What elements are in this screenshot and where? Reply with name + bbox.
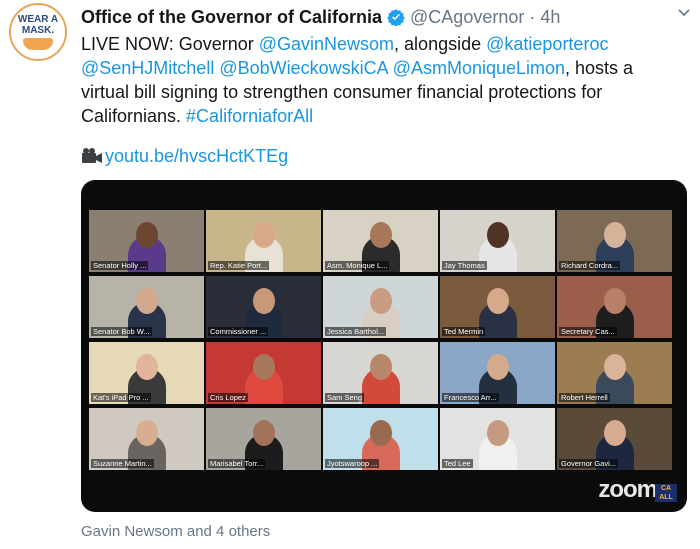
participant-head [603,222,626,248]
participant-name-label: Richard Cordra... [559,261,621,270]
zoom-logo: zoom [598,476,658,503]
participant-name-label: Francesco Arr... [442,393,499,402]
participant-name-label: Ted Mermin [442,327,486,336]
participant-tile: Jyotswaroop ... [323,408,438,470]
mention-link[interactable]: @katieporteroc [486,34,608,54]
participant-name-label: Jessica Barthol... [325,327,387,336]
participant-head [135,222,158,248]
participant-name-label: Kat's iPad Pro ... [91,393,151,402]
participant-name-label: Commissioner ... [208,327,269,336]
participant-name-label: Secretary Cas... [559,327,617,336]
participant-head [252,222,275,248]
participant-head [369,354,392,380]
verified-badge-icon [387,9,405,26]
participant-head [603,354,626,380]
participant-name-label: Governor Gavi... [559,459,619,468]
participant-tile: Rep. Katie Port... [206,210,321,272]
participant-tile: Francesco Arr... [440,342,555,404]
mention-link[interactable]: @GavinNewsom [259,34,394,54]
participant-tile: Ted Lee [440,408,555,470]
participant-grid: Senator Holly ... Rep. Katie Port... Asm. … [89,210,675,480]
participant-name-label: Suzanne Martin... [91,459,154,468]
chevron-down-icon[interactable] [676,4,692,20]
participant-tile: Suzanne Martin... [89,408,204,470]
participant-head [135,354,158,380]
avatar-text-line1: WEAR A [17,14,59,25]
participant-tile: Governor Gavi... [557,408,672,470]
participant-head [486,222,509,248]
video-camera-icon [82,148,102,163]
participant-tile: Senator Bob W... [89,276,204,338]
participant-name-label: Jay Thomas [442,261,487,270]
zoom-video-embed[interactable]: Senator Holly ... Rep. Katie Port... Asm. … [81,180,687,512]
participant-name-label: Sam Seng [325,393,365,402]
participant-tile: Senator Holly ... [89,210,204,272]
tagged-users[interactable]: Gavin Newsom and 4 others [81,523,270,540]
participant-name-label: Marisabel Torr... [208,459,266,468]
participant-tile: Richard Cordra... [557,210,672,272]
california-for-all-logo: CA ALL [655,484,677,502]
tweet-header: Office of the Governor of California @CA… [81,6,690,28]
tweet-text-segment: LIVE NOW: Governor [81,34,259,54]
participant-tile: Ted Mermin [440,276,555,338]
mention-link[interactable]: @SenHJMitchell [81,58,214,78]
participant-head [252,354,275,380]
participant-name-label: Cris Lopez [208,393,248,402]
participant-head [252,288,275,314]
participant-name-label: Jyotswaroop ... [325,459,380,468]
mention-link[interactable]: @AsmMoniqueLimon [393,58,565,78]
participant-head [135,420,158,446]
mask-icon [23,38,53,50]
video-link[interactable]: youtu.be/hvscHctKTEg [81,145,288,167]
tweet-text-segment: , alongside [394,34,487,54]
tweet-time[interactable]: 4h [540,7,560,28]
participant-tile: Commissioner ... [206,276,321,338]
participant-tile: Sam Seng [323,342,438,404]
hashtag-link[interactable]: #CaliforniaforAll [186,106,313,126]
account-handle[interactable]: @CAgovernor [410,7,524,28]
participant-name-label: Robert Herrell [559,393,610,402]
participant-head [369,420,392,446]
participant-name-label: Asm. Monique L... [325,261,390,270]
participant-tile: Jay Thomas [440,210,555,272]
participant-name-label: Rep. Katie Port... [208,261,270,270]
participant-tile: Robert Herrell [557,342,672,404]
participant-tile: Secretary Cas... [557,276,672,338]
tweet-text: LIVE NOW: Governor @GavinNewsom, alongsi… [81,32,686,128]
participant-name-label: Senator Holly ... [91,261,149,270]
participant-head [369,222,392,248]
profile-avatar[interactable]: WEAR A MASK. [9,3,67,61]
participant-tile: Marisabel Torr... [206,408,321,470]
participant-tile: Kat's iPad Pro ... [89,342,204,404]
participant-head [486,420,509,446]
account-name[interactable]: Office of the Governor of California [81,7,382,28]
separator-dot: · [529,6,536,27]
participant-head [252,420,275,446]
avatar-text-line2: MASK. [21,25,55,36]
participant-name-label: Ted Lee [442,459,473,468]
video-url[interactable]: youtu.be/hvscHctKTEg [105,145,288,167]
participant-tile: Jessica Barthol... [323,276,438,338]
participant-head [486,354,509,380]
participant-name-label: Senator Bob W... [91,327,152,336]
participant-head [135,288,158,314]
participant-head [603,420,626,446]
participant-tile: Asm. Monique L... [323,210,438,272]
participant-tile: Cris Lopez [206,342,321,404]
mention-link[interactable]: @BobWieckowskiCA [219,58,387,78]
participant-head [486,288,509,314]
participant-head [603,288,626,314]
participant-head [369,288,392,314]
